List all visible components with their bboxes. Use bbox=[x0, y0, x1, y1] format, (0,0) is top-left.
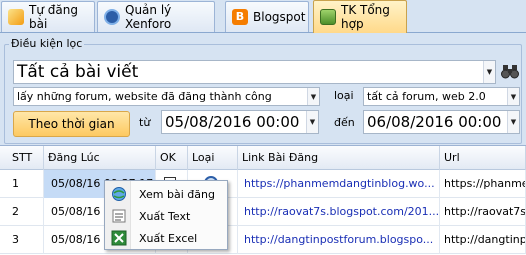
cell-link[interactable]: https://phanmemdangtinblog.wo... bbox=[238, 170, 440, 198]
chevron-down-icon[interactable]: ▼ bbox=[507, 88, 519, 105]
wand-icon bbox=[8, 9, 24, 25]
cell-url[interactable]: http://raovat7s. bbox=[440, 198, 526, 226]
menu-item-xem-bai-dang[interactable]: Xem bài đăng bbox=[105, 183, 227, 205]
forum-condition-value: lấy những forum, website đã đăng thành c… bbox=[17, 90, 272, 103]
filter-group-label: Điều kiện lọc bbox=[9, 37, 85, 50]
tab-bar: Tự đăng bài Quản lý Xenforo B Blogspot T… bbox=[0, 0, 526, 33]
grid-header: STT Đăng Lúc OK Loại Link Bài Đăng Url bbox=[0, 146, 526, 170]
menu-item-label: Xuất Text bbox=[139, 209, 191, 223]
column-header-ok[interactable]: OK bbox=[156, 146, 188, 170]
menu-item-xuat-text[interactable]: Xuất Text bbox=[105, 205, 227, 227]
column-header-loai[interactable]: Loại bbox=[188, 146, 238, 170]
binoculars-icon[interactable] bbox=[501, 62, 519, 80]
column-header-stt[interactable]: STT bbox=[0, 146, 44, 170]
menu-item-label: Xuất Excel bbox=[139, 231, 198, 245]
cell-url[interactable]: https://phanmem bbox=[440, 170, 526, 198]
results-grid[interactable]: STT Đăng Lúc OK Loại Link Bài Đăng Url 1… bbox=[0, 145, 526, 255]
to-date-value: 06/08/2016 00:00 bbox=[367, 113, 502, 131]
from-label: từ bbox=[139, 116, 151, 129]
tab-label: Tự đăng bài bbox=[29, 3, 78, 31]
from-date-value: 05/08/2016 00:00 bbox=[165, 113, 300, 131]
cell-stt: 2 bbox=[0, 198, 44, 226]
table-row[interactable]: 3 05/08/16 09:41:15 http://dangtinpostfo… bbox=[0, 226, 526, 254]
from-date-picker[interactable]: 05/08/2016 00:00 ▼ bbox=[161, 110, 319, 134]
globe-view-icon bbox=[105, 183, 133, 205]
xenforo-icon bbox=[104, 9, 120, 25]
chevron-down-icon[interactable]: ▼ bbox=[507, 111, 519, 133]
tab-label: Quản lý Xenforo bbox=[125, 3, 172, 31]
to-label: đến bbox=[334, 116, 355, 129]
tab-blogspot[interactable]: B Blogspot bbox=[225, 1, 309, 32]
tab-quan-ly-xenforo[interactable]: Quản lý Xenforo bbox=[97, 1, 215, 32]
table-row[interactable]: 2 05/08/16 09:39:47 http://raovat7s.blog… bbox=[0, 198, 526, 226]
main-window: Tự đăng bài Quản lý Xenforo B Blogspot T… bbox=[0, 0, 526, 255]
excel-icon bbox=[105, 227, 133, 249]
tab-tk-tong-hop[interactable]: TK Tổng hợp bbox=[313, 0, 407, 33]
cell-stt: 1 bbox=[0, 170, 44, 198]
type-label: loại bbox=[334, 89, 354, 102]
column-header-dang-luc[interactable]: Đăng Lúc bbox=[44, 146, 156, 170]
type-combo[interactable]: tất cả forum, web 2.0 ▼ bbox=[363, 87, 520, 106]
text-export-icon bbox=[105, 205, 133, 227]
cell-link[interactable]: http://raovat7s.blogspot.com/201... bbox=[238, 198, 440, 226]
cell-stt: 3 bbox=[0, 226, 44, 254]
menu-item-xuat-excel[interactable]: Xuất Excel bbox=[105, 227, 227, 249]
type-value: tất cả forum, web 2.0 bbox=[367, 90, 486, 103]
cell-link[interactable]: http://dangtinpostforum.blogspo... bbox=[238, 226, 440, 254]
post-scope-combo[interactable]: Tất cả bài viết ▼ bbox=[13, 60, 496, 84]
forum-condition-combo[interactable]: lấy những forum, website đã đăng thành c… bbox=[13, 87, 320, 106]
chevron-down-icon[interactable]: ▼ bbox=[483, 61, 495, 83]
time-filter-button[interactable]: Theo thời gian bbox=[13, 111, 130, 137]
column-header-url[interactable]: Url bbox=[440, 146, 526, 170]
to-date-picker[interactable]: 06/08/2016 00:00 ▼ bbox=[363, 110, 520, 134]
tab-label: Blogspot bbox=[253, 10, 306, 24]
stats-icon bbox=[320, 9, 336, 25]
cell-url[interactable]: http://dangtinp bbox=[440, 226, 526, 254]
blogger-icon: B bbox=[232, 9, 248, 25]
context-menu: Xem bài đăng Xuất Text Xuất Excel bbox=[104, 180, 228, 250]
tab-label: TK Tổng hợp bbox=[341, 3, 390, 31]
column-header-link[interactable]: Link Bài Đăng bbox=[238, 146, 440, 170]
tab-tu-dang-bai[interactable]: Tự đăng bài bbox=[1, 1, 95, 32]
menu-item-label: Xem bài đăng bbox=[139, 187, 215, 201]
chevron-down-icon[interactable]: ▼ bbox=[306, 111, 318, 133]
chevron-down-icon[interactable]: ▼ bbox=[307, 88, 319, 105]
post-scope-value: Tất cả bài viết bbox=[17, 62, 139, 82]
table-row[interactable]: 1 05/08/16 09:37:17 https://phanmemdangt… bbox=[0, 170, 526, 198]
